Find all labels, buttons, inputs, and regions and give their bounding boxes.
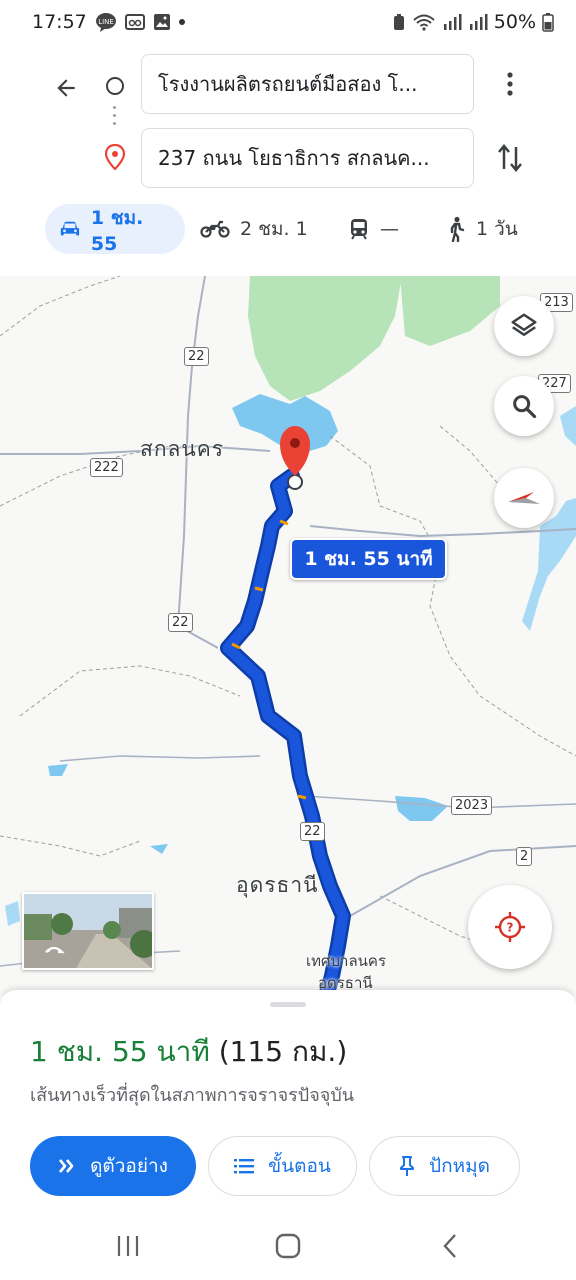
back-chevron-icon: [443, 1234, 456, 1258]
preview-button-label: ดูตัวอย่าง: [90, 1155, 168, 1177]
pin-button[interactable]: ปักหมุด: [369, 1136, 520, 1196]
home-icon: [275, 1233, 301, 1259]
gallery-icon: [153, 13, 171, 31]
destination-input[interactable]: 237 ถนน โยธาธิการ สกลนค...: [141, 128, 474, 188]
back-button[interactable]: [44, 66, 88, 110]
directions-header: โรงงานผลิตรถยนต์มือสอง โ... 237 ถนน โยธา…: [0, 44, 576, 276]
destination-pin-icon: [104, 143, 126, 171]
mode-walk[interactable]: 1 วัน: [446, 204, 518, 254]
layers-button[interactable]: [494, 296, 554, 356]
mode-car-label: 1 ชม. 55: [90, 207, 144, 255]
route-summary-sheet[interactable]: 1 ชม. 55 นาที (115 กม.) เส้นทางเร็วที่สุ…: [0, 990, 576, 1210]
search-along-route-button[interactable]: [494, 376, 554, 436]
signal-icon: [442, 13, 462, 31]
list-icon: [234, 1159, 255, 1174]
train-icon: [351, 219, 367, 240]
battery-icon: [542, 12, 554, 32]
route-shield: 2023: [451, 796, 493, 815]
route-shield: 22: [168, 613, 193, 632]
route-duration: 1 ชม. 55 นาที: [30, 1035, 210, 1068]
search-icon: [513, 395, 537, 419]
route-eta-bubble[interactable]: 1 ชม. 55 นาที: [290, 538, 447, 580]
car-icon: [60, 221, 80, 236]
origin-circle-icon: [106, 77, 124, 95]
street-view-thumbnail[interactable]: [22, 892, 154, 970]
municipality-label-1: เทศบาลนคร: [306, 952, 387, 970]
map-view[interactable]: สกลนคร อุดรธานี เทศบาลนคร อุดรธานี 22 22…: [0, 276, 576, 996]
my-location-button[interactable]: ?: [468, 885, 552, 969]
motorcycle-icon: [200, 220, 230, 238]
layers-icon: [511, 313, 537, 336]
route-shield: 22: [184, 347, 209, 366]
swap-vert-icon: [498, 144, 522, 172]
city-label-sakon: สกลนคร: [140, 437, 225, 461]
signal-icon-2: [468, 13, 488, 31]
compass-button[interactable]: [494, 468, 554, 528]
pushpin-icon: [400, 1156, 415, 1176]
steps-button-label: ขั้นตอน: [268, 1155, 331, 1177]
swap-button[interactable]: [492, 136, 528, 180]
origin-input[interactable]: โรงงานผลิตรถยนต์มือสอง โ...: [141, 54, 474, 114]
route-summary: 1 ชม. 55 นาที (115 กม.): [30, 1030, 347, 1074]
recents-icon: [117, 1236, 139, 1256]
sheet-drag-handle[interactable]: [270, 1002, 306, 1007]
battery-saver-icon: [392, 13, 406, 31]
location-unknown-icon: ?: [495, 912, 525, 942]
pin-button-label: ปักหมุด: [429, 1155, 490, 1177]
city-label-udon: อุดรธานี: [236, 873, 319, 897]
battery-percent: 50%: [493, 11, 536, 33]
more-options-button[interactable]: [492, 62, 528, 106]
route-distance: (115 กม.): [218, 1035, 348, 1068]
line-icon: LINE: [95, 12, 117, 32]
route-shield: 2: [516, 847, 533, 866]
mode-transit-label: —: [380, 218, 399, 240]
svg-text:LINE: LINE: [98, 18, 114, 26]
route-shield: 22: [300, 822, 325, 841]
double-chevron-icon: [59, 1159, 74, 1173]
mode-transit[interactable]: —: [348, 204, 399, 254]
mode-walk-label: 1 วัน: [476, 218, 518, 240]
compass-icon: [508, 492, 540, 504]
street-view-image: [24, 894, 152, 968]
route-dots-icon: [113, 106, 117, 125]
mode-motorcycle[interactable]: 2 ชม. 1: [200, 204, 308, 254]
more-vert-icon: [507, 72, 513, 96]
walk-icon: [450, 216, 465, 242]
route-shield: 222: [90, 458, 123, 477]
clock: 17:57: [32, 11, 87, 33]
system-nav-bar: [0, 1210, 576, 1280]
preview-button[interactable]: ดูตัวอย่าง: [30, 1136, 196, 1196]
status-bar: 17:57 LINE 50%: [0, 0, 576, 44]
back-nav-button[interactable]: [420, 1226, 480, 1266]
travel-modes: 1 ชม. 55 2 ชม. 1 — 1 วัน: [0, 204, 576, 255]
svg-text:?: ?: [507, 921, 514, 935]
recent-apps-button[interactable]: [98, 1226, 158, 1266]
steps-button[interactable]: ขั้นตอน: [208, 1136, 357, 1196]
notification-dot: [178, 19, 185, 25]
route-description: เส้นทางเร็วที่สุดในสภาพการจราจรปัจจุบัน: [30, 1085, 355, 1106]
voicemail-icon: [124, 13, 145, 31]
wifi-icon: [412, 13, 436, 31]
home-button[interactable]: [258, 1226, 318, 1266]
arrow-back-icon: [57, 79, 75, 97]
mode-car[interactable]: 1 ชม. 55: [45, 204, 185, 255]
mode-motorcycle-label: 2 ชม. 1: [240, 218, 308, 240]
